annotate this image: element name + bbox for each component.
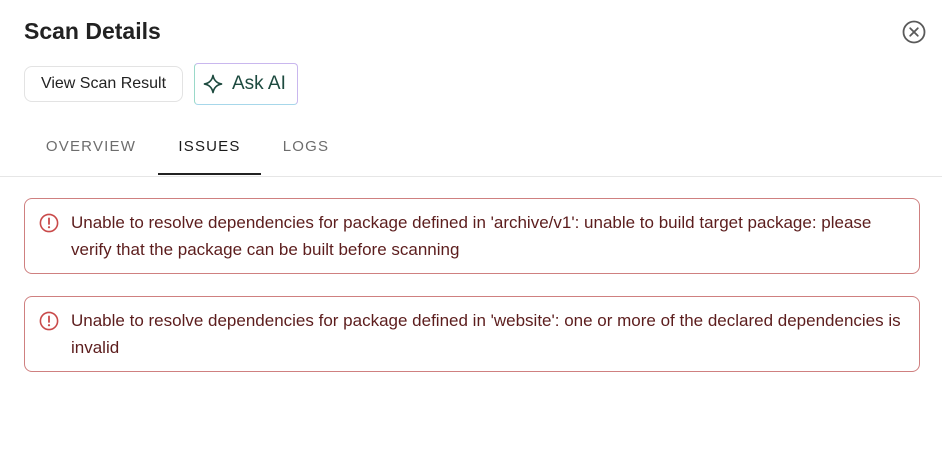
tab-overview[interactable]: OVERVIEW [24,118,158,175]
sparkle-diamond-icon [203,74,223,94]
tab-bar: OVERVIEW ISSUES LOGS [0,118,942,177]
issue-alert: Unable to resolve dependencies for packa… [24,198,920,274]
view-scan-result-label: View Scan Result [40,75,167,92]
tab-issues[interactable]: ISSUES [158,118,261,175]
issue-message: Unable to resolve dependencies for packa… [71,213,872,259]
active-tab-indicator [158,173,261,175]
tab-issues-label: ISSUES [178,138,241,155]
ask-ai-button[interactable]: Ask AI [194,63,298,105]
issue-alert: Unable to resolve dependencies for packa… [24,296,920,372]
ask-ai-label: Ask AI [232,73,286,94]
issue-message: Unable to resolve dependencies for packa… [71,311,901,357]
dialog-title: Scan Details [24,18,161,44]
alert-circle-icon [39,213,59,233]
tab-logs[interactable]: LOGS [261,118,351,175]
close-circle-icon [902,20,926,44]
alert-circle-icon [39,311,59,331]
tab-overview-label: OVERVIEW [45,138,137,155]
tab-logs-label: LOGS [282,138,330,155]
view-scan-result-button[interactable]: View Scan Result [24,66,183,102]
close-button[interactable] [902,20,926,44]
